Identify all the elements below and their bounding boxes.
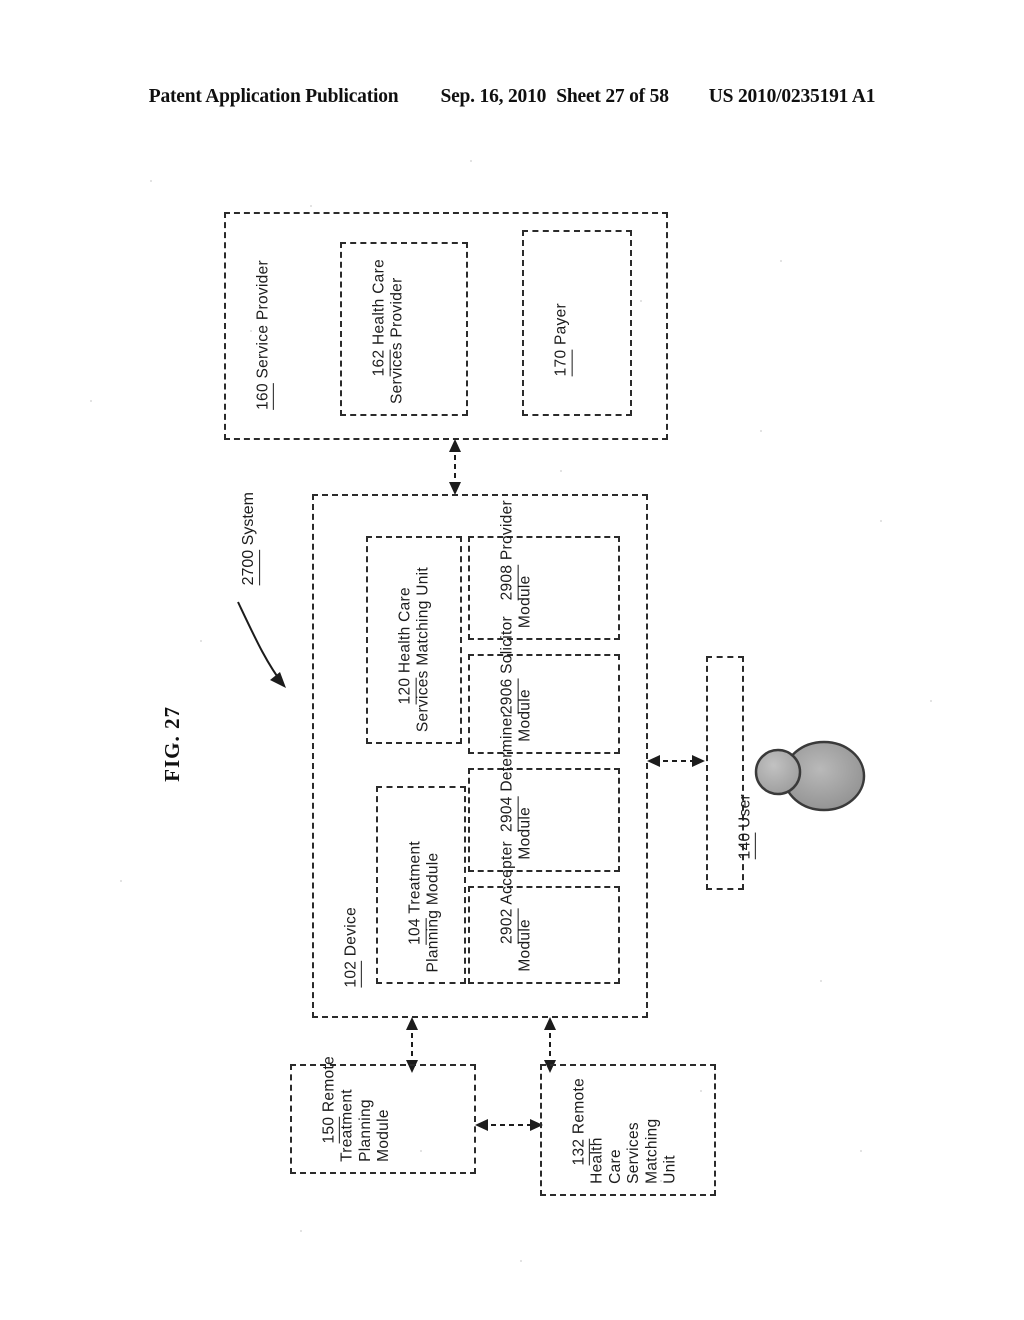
system-callout-number: 2700 bbox=[240, 549, 257, 586]
block-service-provider-number: 160 bbox=[254, 382, 272, 410]
block-accepter-module-name: Accepter Module bbox=[498, 841, 534, 972]
header-date: Sep. 16, 2010 bbox=[440, 86, 547, 107]
block-health-care-services-provider-number: 162 bbox=[370, 349, 388, 377]
block-provider-module-number: 2908 bbox=[498, 564, 516, 601]
header-sheet-number: Sheet 27 of 58 bbox=[556, 86, 669, 107]
system-callout: 2700 System bbox=[222, 492, 258, 594]
block-user-number: 140 bbox=[736, 832, 754, 860]
block-accepter-module: 2902 Accepter Module bbox=[468, 841, 620, 984]
block-payer-name: Payer bbox=[552, 302, 570, 350]
block-treatment-planning-module: 104 Treatment Planning Module bbox=[376, 786, 466, 984]
block-device-name: Device bbox=[342, 907, 360, 961]
block-service-provider-label: 160 Service Provider bbox=[236, 260, 291, 428]
block-accepter-module-number: 2902 bbox=[498, 908, 516, 945]
block-accepter-module-label: 2902 Accepter Module bbox=[480, 841, 553, 972]
block-payer: 170 Payer bbox=[522, 230, 632, 416]
block-remote-health-care-services-matching-unit-number: 132 bbox=[570, 1138, 588, 1166]
system-callout-name: System bbox=[240, 492, 257, 550]
user-silhouette-icon bbox=[754, 740, 866, 812]
page-header: Patent Application Publication Sep. 16, … bbox=[0, 86, 1024, 108]
block-determiner-module-number: 2904 bbox=[498, 796, 516, 833]
block-health-care-services-provider-label: 162 Health Care Services Provider bbox=[352, 259, 425, 404]
block-provider-module-name: Provider Module bbox=[498, 499, 534, 628]
block-service-provider: 160 Service Provider 162 Health Care Ser… bbox=[224, 212, 668, 440]
block-health-care-services-provider-name: Health Care Services Provider bbox=[370, 258, 406, 404]
connector-service-provider-device bbox=[449, 439, 461, 495]
block-determiner-module-label: 2904 Determiner Module bbox=[480, 712, 553, 860]
block-health-care-services-matching-unit: 120 Health Care Services Matching Unit bbox=[366, 536, 462, 744]
block-remote-health-care-services-matching-unit-name: Remote Health Care Services Matching Uni… bbox=[570, 1078, 679, 1184]
figure-label: FIG. 27 bbox=[160, 706, 184, 782]
connector-device-user bbox=[647, 755, 705, 767]
block-treatment-planning-module-number: 104 bbox=[406, 917, 424, 945]
block-device-number: 102 bbox=[342, 960, 360, 988]
block-service-provider-name: Service Provider bbox=[254, 259, 272, 383]
header-publication: Patent Application Publication bbox=[148, 86, 399, 107]
block-user: 140 User bbox=[706, 656, 753, 890]
block-health-care-services-provider: 162 Health Care Services Provider bbox=[340, 242, 468, 416]
block-solicitor-module-number: 2906 bbox=[498, 678, 516, 715]
block-remote-treatment-planning-module-name: Remote Treatment Planning Module bbox=[320, 1056, 393, 1162]
header-patent-number: US 2010/0235191 A1 bbox=[708, 86, 876, 107]
block-remote-treatment-planning-module-label: 150 Remote Treatment Planning Module bbox=[302, 1056, 412, 1162]
connector-remote-modules bbox=[475, 1119, 543, 1131]
block-remote-treatment-planning-module: 150 Remote Treatment Planning Module bbox=[290, 1056, 476, 1174]
block-treatment-planning-module-name: Treatment Planning Module bbox=[406, 840, 442, 973]
block-device-label: 102 Device bbox=[324, 907, 379, 1006]
block-provider-module-label: 2908 Provider Module bbox=[480, 500, 553, 628]
block-remote-health-care-services-matching-unit-label: 132 Remote Health Care Services Matching… bbox=[552, 1078, 698, 1184]
block-payer-number: 170 bbox=[552, 349, 570, 377]
block-remote-health-care-services-matching-unit: 132 Remote Health Care Services Matching… bbox=[540, 1064, 716, 1196]
block-payer-label: 170 Payer bbox=[534, 303, 589, 404]
block-device: 102 Device 120 Health Care Services Matc… bbox=[312, 494, 648, 1018]
block-remote-treatment-planning-module-number: 150 bbox=[320, 1116, 338, 1144]
block-health-care-services-matching-unit-number: 120 bbox=[396, 677, 414, 705]
block-health-care-services-matching-unit-label: 120 Health Care Services Matching Unit bbox=[378, 567, 451, 732]
block-determiner-module-name: Determiner Module bbox=[498, 712, 534, 860]
block-treatment-planning-module-label: 104 Treatment Planning Module bbox=[388, 841, 461, 973]
system-leader-line bbox=[237, 601, 286, 688]
block-health-care-services-matching-unit-name: Health Care Services Matching Unit bbox=[396, 566, 432, 732]
